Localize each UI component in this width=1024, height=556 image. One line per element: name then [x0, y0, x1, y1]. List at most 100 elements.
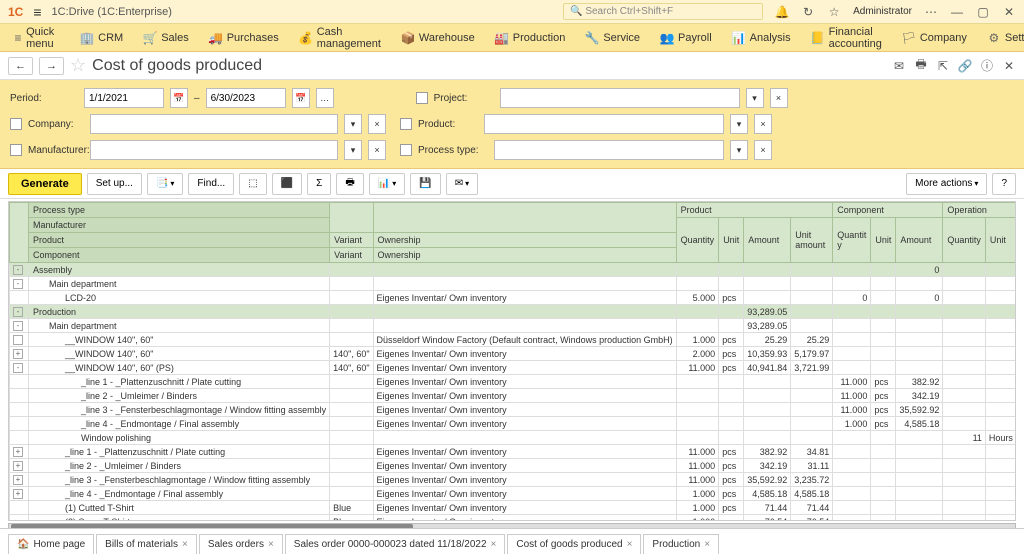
- table-row[interactable]: (2) Sewn T-ShirtBlueEigenes Inventar/ Ow…: [10, 515, 1017, 522]
- date-to-input[interactable]: [206, 88, 286, 108]
- global-search-input[interactable]: 🔍 Search Ctrl+Shift+F: [563, 3, 763, 20]
- table-row[interactable]: _line 2 - _Umleimer / BindersEigenes Inv…: [10, 389, 1017, 403]
- product-input[interactable]: [484, 114, 724, 134]
- history-icon[interactable]: ↻: [801, 5, 815, 19]
- tab-bom[interactable]: Bills of materials×: [96, 534, 197, 554]
- tab-production[interactable]: Production×: [643, 534, 719, 554]
- close-icon[interactable]: ×: [704, 539, 710, 550]
- manufacturer-clear-icon[interactable]: ×: [368, 140, 386, 160]
- close-icon[interactable]: ×: [268, 539, 274, 550]
- processtype-input[interactable]: [494, 140, 724, 160]
- tab-salesorder-23[interactable]: Sales order 0000-000023 dated 11/18/2022…: [285, 534, 506, 554]
- project-clear-icon[interactable]: ×: [770, 88, 788, 108]
- table-row[interactable]: +__WINDOW 140", 60"140", 60"Eigenes Inve…: [10, 347, 1017, 361]
- expand-icon[interactable]: +: [13, 349, 23, 359]
- col-component[interactable]: Component: [29, 248, 330, 263]
- print-button[interactable]: 🖶: [336, 173, 363, 195]
- table-row[interactable]: _line 3 - _Fensterbeschlagmontage / Wind…: [10, 403, 1017, 417]
- menu-settings[interactable]: ⚙Settin: [979, 27, 1024, 49]
- menu-production[interactable]: 🏭Production: [487, 27, 574, 49]
- tab-close-icon[interactable]: ✕: [1002, 59, 1016, 73]
- more-actions-button[interactable]: More actions: [906, 173, 987, 195]
- report-grid[interactable]: Process type Product Component Operation…: [8, 201, 1016, 521]
- close-icon[interactable]: ×: [627, 539, 633, 550]
- table-row[interactable]: -__WINDOW 140", 60" (PS)140", 60"Eigenes…: [10, 361, 1017, 375]
- tab-home[interactable]: 🏠 Home page: [8, 534, 94, 554]
- chart-button[interactable]: 📊: [369, 173, 405, 195]
- menu-service[interactable]: 🔧Service: [577, 27, 648, 49]
- project-input[interactable]: [500, 88, 740, 108]
- period-picker-button[interactable]: …: [316, 88, 334, 108]
- expand-icon[interactable]: [13, 335, 23, 345]
- company-input[interactable]: [90, 114, 338, 134]
- table-row[interactable]: +_line 4 - _Endmontage / Final assemblyE…: [10, 487, 1017, 501]
- menu-sales[interactable]: 🛒Sales: [135, 27, 197, 49]
- table-row[interactable]: -Main department: [10, 277, 1017, 291]
- calendar-to-icon[interactable]: 📅: [292, 88, 310, 108]
- bell-icon[interactable]: 🔔: [775, 5, 789, 19]
- table-row[interactable]: -Assembly0: [10, 263, 1017, 277]
- col-operation-group[interactable]: Operation: [943, 203, 1016, 218]
- help-button[interactable]: ?: [992, 173, 1016, 195]
- favorite-icon[interactable]: ☆: [70, 55, 86, 76]
- col-manufacturer[interactable]: Manufacturer: [29, 218, 330, 233]
- product-dropdown-icon[interactable]: ▾: [730, 114, 748, 134]
- processtype-clear-icon[interactable]: ×: [754, 140, 772, 160]
- options-icon[interactable]: ⋯: [924, 5, 938, 19]
- minimize-icon[interactable]: —: [950, 5, 964, 19]
- processtype-dropdown-icon[interactable]: ▾: [730, 140, 748, 160]
- manufacturer-checkbox[interactable]: [10, 144, 22, 156]
- menu-company[interactable]: 🏳Company: [894, 27, 975, 49]
- find-button[interactable]: Find...: [188, 173, 234, 195]
- project-dropdown-icon[interactable]: ▾: [746, 88, 764, 108]
- table-row[interactable]: _line 4 - _Endmontage / Final assemblyEi…: [10, 417, 1017, 431]
- col-product-group[interactable]: Product: [676, 203, 833, 218]
- variants-button[interactable]: 📑: [147, 173, 183, 195]
- expand-icon[interactable]: -: [13, 363, 23, 373]
- manufacturer-dropdown-icon[interactable]: ▾: [344, 140, 362, 160]
- calendar-from-icon[interactable]: 📅: [170, 88, 188, 108]
- generate-button[interactable]: Generate: [8, 173, 82, 195]
- forward-button[interactable]: →: [39, 57, 64, 75]
- product-clear-icon[interactable]: ×: [754, 114, 772, 134]
- table-row[interactable]: _line 1 - _Plattenzuschnitt / Plate cutt…: [10, 375, 1017, 389]
- link-icon[interactable]: 🔗: [958, 59, 972, 73]
- table-row[interactable]: LCD-20Eigenes Inventar/ Own inventory5.0…: [10, 291, 1017, 305]
- project-checkbox[interactable]: [416, 92, 428, 104]
- expand-icon[interactable]: -: [13, 321, 23, 331]
- star-icon[interactable]: ☆: [827, 5, 841, 19]
- tab-cogs[interactable]: Cost of goods produced×: [507, 534, 641, 554]
- back-button[interactable]: ←: [8, 57, 33, 75]
- expand-icon[interactable]: -: [13, 279, 23, 289]
- menu-crm[interactable]: 🏢CRM: [72, 27, 131, 49]
- info-icon[interactable]: ⓘ: [980, 59, 994, 73]
- menu-payroll[interactable]: 👥Payroll: [652, 27, 720, 49]
- col-process-type[interactable]: Process type: [29, 203, 330, 218]
- expand-icon[interactable]: +: [13, 489, 23, 499]
- menu-quickmenu[interactable]: ≡Quick menu: [6, 22, 68, 54]
- table-row[interactable]: -Production93,289.0592,939.05: [10, 305, 1017, 319]
- expand-icon[interactable]: +: [13, 475, 23, 485]
- col-component-group[interactable]: Component: [833, 203, 943, 218]
- export-icon[interactable]: ⇱: [936, 59, 950, 73]
- company-dropdown-icon[interactable]: ▾: [344, 114, 362, 134]
- expand-icon[interactable]: -: [13, 265, 23, 275]
- setup-button[interactable]: Set up...: [87, 173, 142, 195]
- close-icon[interactable]: ✕: [1002, 5, 1016, 19]
- sum-button[interactable]: Σ: [307, 173, 331, 195]
- close-icon[interactable]: ×: [491, 539, 497, 550]
- table-row[interactable]: (1) Cutted T-ShirtBlueEigenes Inventar/ …: [10, 501, 1017, 515]
- processtype-checkbox[interactable]: [400, 144, 412, 156]
- expand-icon[interactable]: -: [13, 307, 23, 317]
- save-button[interactable]: 💾: [410, 173, 440, 195]
- table-row[interactable]: Window polishing11Hours38.63: [10, 431, 1017, 445]
- table-row[interactable]: +_line 1 - _Plattenzuschnitt / Plate cut…: [10, 445, 1017, 459]
- tab-salesorders[interactable]: Sales orders×: [199, 534, 283, 554]
- menu-cash[interactable]: 💰Cash management: [291, 22, 389, 54]
- hamburger-icon[interactable]: ≡: [33, 4, 41, 20]
- manufacturer-input[interactable]: [90, 140, 338, 160]
- maximize-icon[interactable]: ▢: [976, 5, 990, 19]
- table-row[interactable]: +_line 3 - _Fensterbeschlagmontage / Win…: [10, 473, 1017, 487]
- menu-warehouse[interactable]: 📦Warehouse: [393, 27, 483, 49]
- menu-analysis[interactable]: 📊Analysis: [724, 27, 799, 49]
